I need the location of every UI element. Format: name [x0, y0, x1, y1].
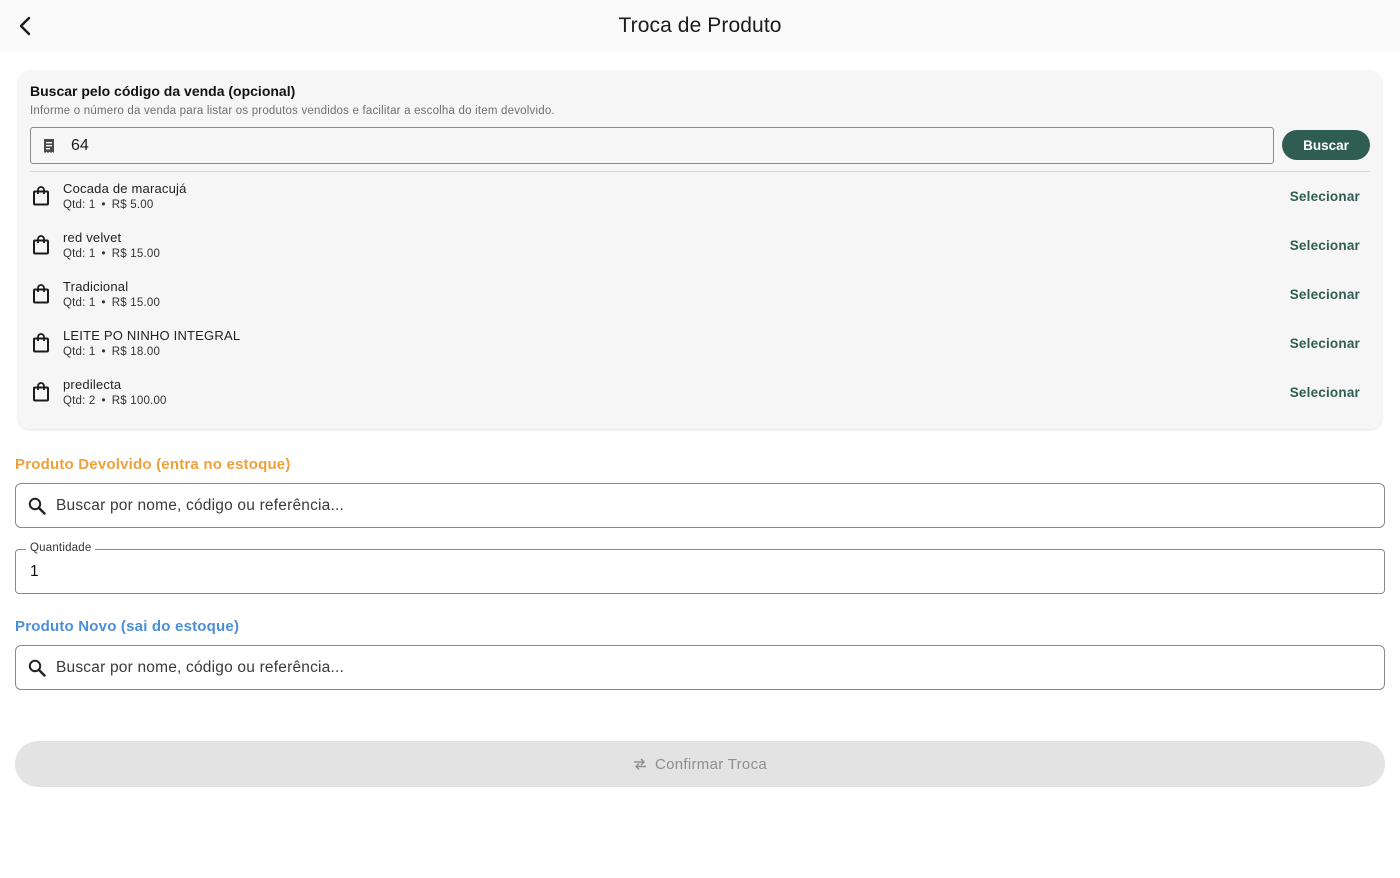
new-product-search[interactable]: [15, 645, 1385, 690]
separator-dot: •: [101, 248, 106, 260]
item-price: R$ 15.00: [111, 297, 161, 309]
item-name: Cocada de maracujá: [63, 181, 187, 196]
list-item: Cocada de maracujá Qtd: 1 • R$ 5.00 Seleci…: [18, 172, 1382, 221]
item-price: R$ 5.00: [111, 199, 154, 211]
item-qty: Qtd: 1: [63, 297, 96, 309]
select-item-button[interactable]: Selecionar: [1290, 385, 1360, 400]
item-qty: Qtd: 2: [63, 395, 96, 407]
page-title: Troca de Produto: [618, 14, 782, 37]
separator-dot: •: [101, 346, 106, 358]
shopping-bag-icon: [33, 333, 49, 353]
search-sale-button[interactable]: Buscar: [1282, 130, 1370, 160]
list-item: Tradicional Qtd: 1 • R$ 15.00 Selecionar: [18, 270, 1382, 319]
shopping-bag-icon: [33, 284, 49, 304]
item-meta: Qtd: 1 • R$ 5.00: [63, 199, 153, 211]
item-price: R$ 15.00: [111, 248, 161, 260]
separator-dot: •: [101, 297, 106, 309]
shopping-bag-icon: [33, 235, 49, 255]
new-product-label: Produto Novo (sai do estoque): [15, 618, 240, 635]
shopping-bag-icon: [33, 382, 49, 402]
item-meta: Qtd: 1 • R$ 15.00: [63, 297, 160, 309]
select-item-button[interactable]: Selecionar: [1290, 189, 1360, 204]
list-item: predilecta Qtd: 2 • R$ 100.00 Selecionar: [18, 368, 1382, 417]
quantity-field[interactable]: Quantidade: [15, 542, 1385, 594]
sale-search-subtitle: Informe o número da venda para listar os…: [30, 105, 555, 117]
new-product-input[interactable]: [54, 658, 1354, 677]
item-name: red velvet: [63, 230, 122, 245]
item-qty: Qtd: 1: [63, 248, 96, 260]
search-icon: [16, 497, 54, 515]
shopping-bag-icon: [33, 186, 49, 206]
sale-code-field[interactable]: [30, 127, 1274, 164]
select-item-button[interactable]: Selecionar: [1290, 238, 1360, 253]
swap-icon: [633, 758, 646, 770]
confirm-exchange-button[interactable]: Confirmar Troca: [15, 741, 1385, 787]
search-icon: [16, 659, 54, 677]
select-item-button[interactable]: Selecionar: [1290, 336, 1360, 351]
select-item-button[interactable]: Selecionar: [1290, 287, 1360, 302]
item-name: Tradicional: [63, 279, 129, 294]
separator-dot: •: [101, 199, 106, 211]
quantity-label: Quantidade: [26, 542, 96, 554]
returned-product-search[interactable]: [15, 483, 1385, 528]
item-price: R$ 100.00: [111, 395, 167, 407]
quantity-input[interactable]: [30, 563, 1330, 581]
receipt-icon: [31, 138, 67, 154]
confirm-exchange-label: Confirmar Troca: [654, 755, 768, 773]
item-name: LEITE PO NINHO INTEGRAL: [63, 328, 241, 343]
item-price: R$ 18.00: [111, 346, 161, 358]
app-bar: Troca de Produto: [0, 0, 1400, 52]
list-item: red velvet Qtd: 1 • R$ 15.00 Selecionar: [18, 221, 1382, 270]
item-name: predilecta: [63, 377, 122, 392]
sale-items-list: Cocada de maracujá Qtd: 1 • R$ 5.00 Seleci…: [18, 172, 1382, 417]
sale-code-input[interactable]: [67, 136, 1257, 155]
item-qty: Qtd: 1: [63, 346, 96, 358]
returned-product-input[interactable]: [54, 496, 1354, 515]
item-meta: Qtd: 1 • R$ 18.00: [63, 346, 160, 358]
item-qty: Qtd: 1: [63, 199, 96, 211]
returned-product-label: Produto Devolvido (entra no estoque): [15, 456, 291, 473]
item-meta: Qtd: 1 • R$ 15.00: [63, 248, 160, 260]
sale-search-title: Buscar pelo código da venda (opcional): [30, 83, 296, 99]
list-item: LEITE PO NINHO INTEGRAL Qtd: 1 • R$ 18.00 …: [18, 319, 1382, 368]
separator-dot: •: [101, 395, 106, 407]
item-meta: Qtd: 2 • R$ 100.00: [63, 395, 167, 407]
sale-search-card: Buscar pelo código da venda (opcional) I…: [18, 70, 1382, 429]
